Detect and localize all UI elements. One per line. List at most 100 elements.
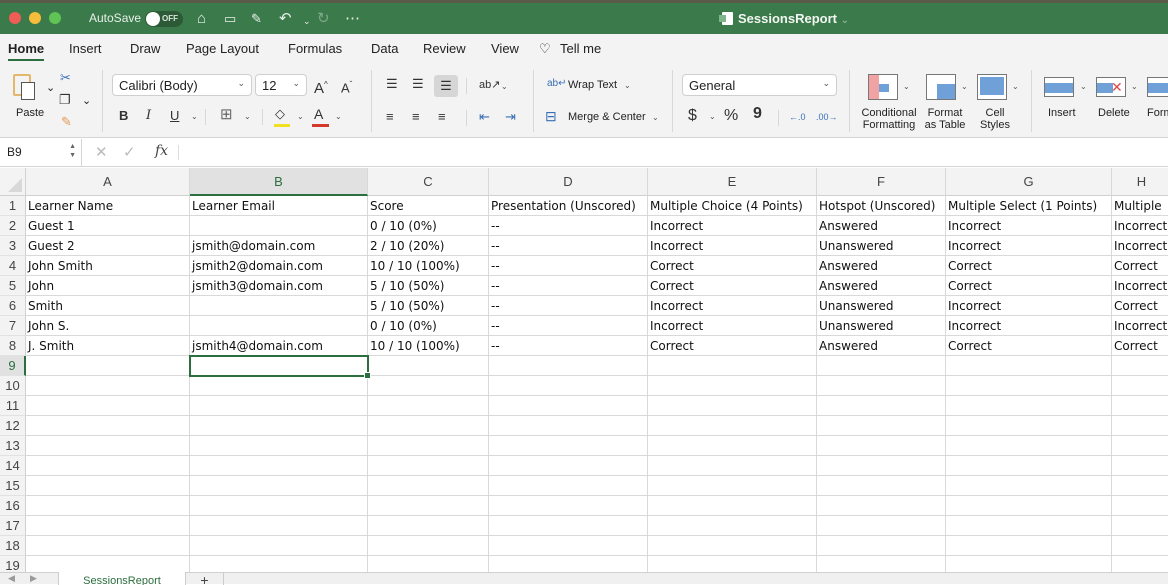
cell-f18[interactable]	[817, 536, 946, 556]
cell-a4[interactable]: John Smith	[26, 256, 190, 276]
name-box[interactable]: B9 ▲ ▼	[0, 139, 82, 166]
cell-c6[interactable]: 5 / 10 (50%)	[368, 296, 489, 316]
column-header-f[interactable]: F	[817, 168, 946, 196]
bold-button[interactable]: B	[119, 107, 128, 125]
cell-e12[interactable]	[648, 416, 817, 436]
cell-g17[interactable]	[946, 516, 1112, 536]
tab-formulas[interactable]: Formulas	[288, 41, 342, 56]
row-header-10[interactable]: 10	[0, 376, 26, 396]
cell-e4[interactable]: Correct	[648, 256, 817, 276]
cell-e9[interactable]	[648, 356, 817, 376]
cell-a11[interactable]	[26, 396, 190, 416]
autosave-toggle[interactable]: OFF	[145, 11, 183, 27]
row-header-6[interactable]: 6	[0, 296, 26, 316]
align-left-icon[interactable]: ≡	[386, 108, 394, 126]
paste-dropdown-icon[interactable]: ⌄	[46, 81, 55, 94]
cell-e10[interactable]	[648, 376, 817, 396]
cell-a18[interactable]	[26, 536, 190, 556]
cell-d17[interactable]	[489, 516, 648, 536]
cell-f17[interactable]	[817, 516, 946, 536]
save-icon[interactable]: ▭	[224, 9, 236, 29]
cell-e6[interactable]: Incorrect	[648, 296, 817, 316]
cell-a12[interactable]	[26, 416, 190, 436]
cell-a6[interactable]: Smith	[26, 296, 190, 316]
increase-indent-icon[interactable]: ⇥	[505, 108, 516, 126]
cell-h7[interactable]: Incorrect	[1112, 316, 1168, 336]
cell-a19[interactable]	[26, 556, 190, 572]
cell-e11[interactable]	[648, 396, 817, 416]
cell-b2[interactable]	[190, 216, 368, 236]
cell-h5[interactable]: Incorrect	[1112, 276, 1168, 296]
cell-f14[interactable]	[817, 456, 946, 476]
cell-c2[interactable]: 0 / 10 (0%)	[368, 216, 489, 236]
cell-c3[interactable]: 2 / 10 (20%)	[368, 236, 489, 256]
tab-view[interactable]: View	[491, 41, 519, 56]
underline-dropdown-icon[interactable]: ⌄	[191, 112, 198, 121]
cell-h2[interactable]: Incorrect	[1112, 216, 1168, 236]
cell-a15[interactable]	[26, 476, 190, 496]
cell-h8[interactable]: Correct	[1112, 336, 1168, 356]
cell-b13[interactable]	[190, 436, 368, 456]
cell-f3[interactable]: Unanswered	[817, 236, 946, 256]
orientation-dropdown-icon[interactable]: ⌄	[501, 82, 508, 91]
cell-e13[interactable]	[648, 436, 817, 456]
tell-me-search[interactable]: Tell me	[560, 41, 601, 56]
add-sheet-button[interactable]: +	[186, 572, 224, 585]
cell-b16[interactable]	[190, 496, 368, 516]
header-cell[interactable]: Multiple	[1112, 196, 1168, 216]
row-header-7[interactable]: 7	[0, 316, 26, 336]
format-painter-icon[interactable]: ✎	[61, 113, 72, 131]
cell-h14[interactable]	[1112, 456, 1168, 476]
header-cell[interactable]: Learner Name	[26, 196, 190, 216]
row-header-11[interactable]: 11	[0, 396, 26, 416]
cell-h11[interactable]	[1112, 396, 1168, 416]
cell-h4[interactable]: Correct	[1112, 256, 1168, 276]
redo-icon[interactable]: ↻	[317, 9, 330, 29]
cell-a10[interactable]	[26, 376, 190, 396]
cell-b5[interactable]: jsmith3@domain.com	[190, 276, 368, 296]
cell-b4[interactable]: jsmith2@domain.com	[190, 256, 368, 276]
minimize-window-button[interactable]	[29, 12, 41, 24]
comma-style-button[interactable]: 9	[753, 105, 762, 123]
cell-f13[interactable]	[817, 436, 946, 456]
header-cell[interactable]: Score	[368, 196, 489, 216]
column-header-e[interactable]: E	[648, 168, 817, 196]
column-header-c[interactable]: C	[368, 168, 489, 196]
cell-f15[interactable]	[817, 476, 946, 496]
more-icon[interactable]: ⋯	[345, 9, 360, 29]
cell-g16[interactable]	[946, 496, 1112, 516]
document-title[interactable]: SessionsReport ⌄	[719, 11, 849, 26]
cell-c14[interactable]	[368, 456, 489, 476]
cell-d14[interactable]	[489, 456, 648, 476]
cell-f4[interactable]: Answered	[817, 256, 946, 276]
cancel-icon[interactable]: ✕	[95, 143, 108, 161]
cell-a16[interactable]	[26, 496, 190, 516]
cell-f10[interactable]	[817, 376, 946, 396]
borders-icon[interactable]: ⊞	[220, 106, 233, 124]
fill-color-dropdown-icon[interactable]: ⌄	[297, 112, 304, 121]
cell-c10[interactable]	[368, 376, 489, 396]
spreadsheet-grid[interactable]: A B C D E F G H 1 Learner Name Learner Email Score P…	[0, 168, 1168, 572]
header-cell[interactable]: Presentation (Unscored)	[489, 196, 648, 216]
cell-g14[interactable]	[946, 456, 1112, 476]
column-header-g[interactable]: G	[946, 168, 1112, 196]
cell-h16[interactable]	[1112, 496, 1168, 516]
cell-g13[interactable]	[946, 436, 1112, 456]
cell-c15[interactable]	[368, 476, 489, 496]
copy-dropdown-icon[interactable]: ⌄	[82, 94, 91, 107]
row-header-3[interactable]: 3	[0, 236, 26, 256]
cell-c13[interactable]	[368, 436, 489, 456]
cell-h15[interactable]	[1112, 476, 1168, 496]
cell-e7[interactable]: Incorrect	[648, 316, 817, 336]
column-header-b[interactable]: B	[190, 168, 368, 196]
cell-b17[interactable]	[190, 516, 368, 536]
undo-icon[interactable]: ↶	[279, 9, 292, 29]
currency-button[interactable]: $	[688, 107, 697, 125]
cell-a3[interactable]: Guest 2	[26, 236, 190, 256]
cell-d13[interactable]	[489, 436, 648, 456]
cell-b12[interactable]	[190, 416, 368, 436]
copy-icon[interactable]: ❐	[59, 91, 71, 109]
underline-button[interactable]: U	[170, 107, 179, 125]
column-header-a[interactable]: A	[26, 168, 190, 196]
sheet-tab[interactable]: SessionsReport	[58, 572, 186, 585]
